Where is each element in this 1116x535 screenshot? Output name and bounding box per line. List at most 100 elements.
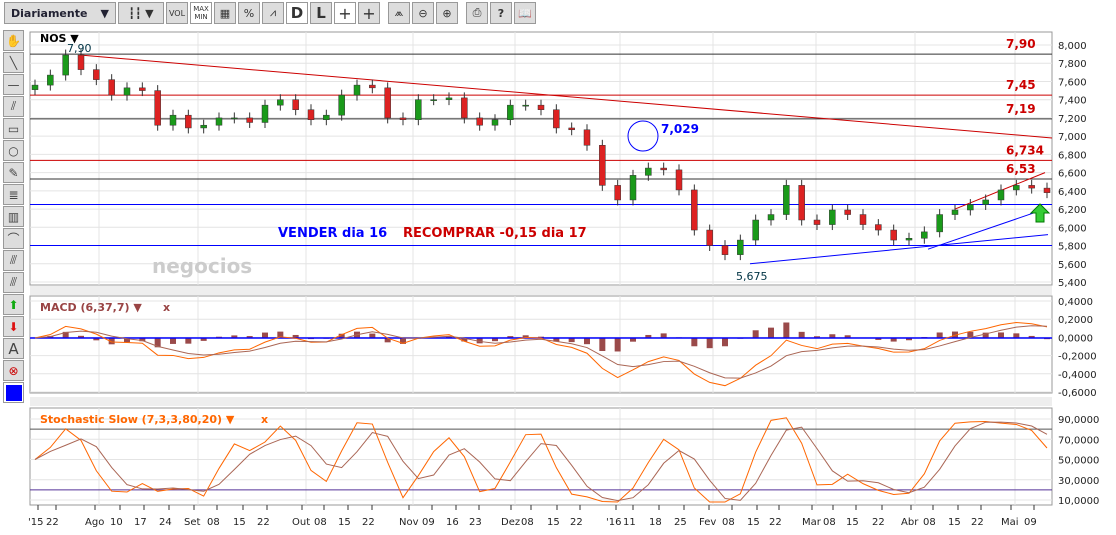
candle — [185, 114, 192, 129]
stoch-close: x — [261, 413, 268, 426]
candle — [1028, 185, 1035, 189]
candle — [292, 99, 299, 110]
y-tick-label: 6,000 — [1058, 223, 1087, 234]
level-label: 7,90 — [1006, 37, 1036, 51]
x-tick-label: Set — [184, 517, 201, 528]
x-tick-label: Mar — [802, 517, 822, 528]
candle — [215, 117, 223, 126]
stoch-tick-label: 90,0000 — [1058, 415, 1099, 426]
candle — [921, 231, 928, 239]
y-tick-label: 7,400 — [1058, 96, 1087, 107]
candle — [599, 145, 606, 186]
candle — [369, 84, 376, 89]
candle — [706, 229, 713, 246]
candle — [614, 185, 621, 201]
stoch-tick-label: 10,0000 — [1058, 496, 1099, 507]
x-tick-label: 23 — [469, 517, 482, 528]
candle — [491, 119, 499, 126]
x-tick-label: 09 — [422, 517, 435, 528]
candle — [737, 239, 744, 255]
candle — [967, 204, 974, 211]
stoch-tick-label: 70,0000 — [1058, 435, 1099, 446]
candle — [476, 117, 483, 126]
macd-tick-label: -0,6000 — [1058, 388, 1097, 399]
candle — [645, 167, 652, 176]
candle — [629, 175, 637, 201]
stoch-tick-label: 30,0000 — [1058, 476, 1099, 487]
candle — [154, 90, 161, 126]
level-label: 7,45 — [1006, 78, 1036, 92]
candle — [553, 109, 560, 129]
macd-histogram-bar — [722, 338, 728, 347]
x-tick-label: 08 — [521, 517, 534, 528]
macd-tick-label: 0,0000 — [1058, 333, 1093, 344]
macd-close: x — [163, 301, 170, 314]
x-tick-label: 08 — [722, 517, 735, 528]
candle — [1043, 187, 1051, 193]
x-tick-label: Fev — [699, 517, 716, 528]
candle — [353, 84, 361, 96]
x-tick-label: 22 — [872, 517, 885, 528]
macd-tick-label: 0,2000 — [1058, 315, 1093, 326]
macd-histogram-bar — [584, 338, 590, 345]
x-tick-label: 10 — [110, 517, 123, 528]
watermark: negocios — [152, 254, 252, 278]
candle — [384, 87, 391, 119]
splitter-handle — [30, 397, 1052, 406]
x-tick-label: Abr — [901, 517, 919, 528]
x-tick-label: 22 — [570, 517, 583, 528]
macd-histogram-bar — [185, 338, 192, 344]
level-label: 6,734 — [1006, 143, 1044, 157]
x-tick-label: Nov — [399, 517, 419, 528]
macd-tick-label: 0,4000 — [1058, 297, 1093, 308]
y-tick-label: 5,400 — [1058, 278, 1087, 289]
macd-tick-label: -0,4000 — [1058, 370, 1097, 381]
x-tick-label: 11 — [623, 517, 636, 528]
x-tick-label: 15 — [948, 517, 961, 528]
x-tick-label: 22 — [769, 517, 782, 528]
circle-label: 7,029 — [661, 122, 699, 136]
x-tick-label: 16 — [446, 517, 459, 528]
x-tick-label: '16 — [606, 517, 621, 528]
candle — [261, 104, 269, 123]
candle — [982, 199, 989, 205]
x-tick-label: 08 — [923, 517, 936, 528]
y-tick-label: 6,800 — [1058, 150, 1087, 161]
x-tick-label: Out — [292, 517, 310, 528]
x-tick-label: 08 — [314, 517, 327, 528]
candle — [246, 117, 253, 123]
candle — [399, 117, 407, 120]
candle — [660, 167, 667, 171]
macd-title: MACD (6,37,7) ▼ — [40, 301, 142, 314]
candle — [323, 114, 330, 120]
candle — [829, 209, 836, 225]
macd-tick-label: -0,2000 — [1058, 352, 1097, 363]
chart[interactable]: 8,000 7,800 7,600 7,400 7,200 7,000 6,800 6,600… — [0, 0, 1116, 535]
y-tick-label: 6,200 — [1058, 205, 1087, 216]
y-tick-label: 5,600 — [1058, 260, 1087, 271]
candle — [675, 169, 683, 191]
x-tick-label: 08 — [823, 517, 836, 528]
panel-1 — [29, 295, 1053, 394]
candle — [890, 229, 897, 241]
macd-histogram-bar — [783, 322, 790, 339]
x-tick-label: Mai — [1001, 517, 1019, 528]
candle — [721, 245, 729, 255]
x-tick-label: 25 — [674, 517, 687, 528]
x-tick-label: 22 — [971, 517, 984, 528]
x-tick-label: 22 — [362, 517, 375, 528]
macd-histogram-bar — [691, 338, 698, 347]
candle — [844, 209, 851, 215]
x-tick-label: Dez — [501, 517, 520, 528]
candle — [936, 214, 943, 233]
sell-annotation: VENDER dia 16 — [278, 226, 387, 241]
x-tick-label: Ago — [85, 517, 104, 528]
x-tick-label: 22 — [46, 517, 59, 528]
buy-annotation: RECOMPRAR -0,15 dia 17 — [403, 226, 587, 241]
high-label: 7,90 — [67, 42, 92, 55]
candle — [522, 104, 529, 107]
x-tick-label: 15 — [747, 517, 760, 528]
y-tick-label: 8,000 — [1058, 41, 1087, 52]
candle — [691, 189, 698, 231]
x-tick-label: 24 — [159, 517, 172, 528]
